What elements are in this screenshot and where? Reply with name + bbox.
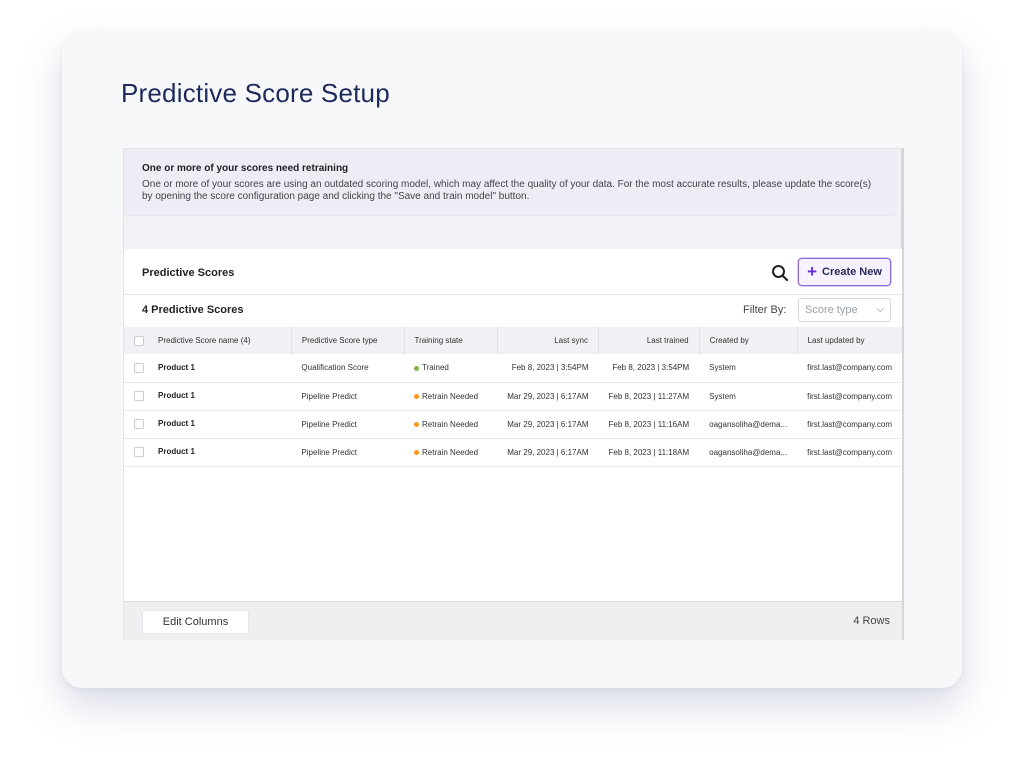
table-row[interactable]: Product 1 Pipeline Predict Retrain Neede…: [124, 382, 902, 410]
table-row[interactable]: Product 1 Pipeline Predict Retrain Neede…: [124, 410, 902, 438]
row-updated-by-cell: first.last@company.com: [807, 447, 892, 457]
alert-title: One or more of your scores need retraini…: [142, 163, 349, 174]
rows-count: 4 Rows: [853, 615, 890, 627]
column-created-by[interactable]: Created by: [699, 327, 798, 354]
row-created-by-cell: oagansoliha@dema...: [709, 447, 788, 457]
retrain-alert: One or more of your scores need retraini…: [124, 149, 896, 215]
row-last-trained-cell: Feb 8, 2023 | 11:16AM: [608, 419, 690, 429]
row-state-cell: Trained: [404, 354, 497, 382]
row-checkbox[interactable]: [134, 447, 144, 457]
column-last-updated-by[interactable]: Last updated by: [797, 327, 902, 354]
filter-label: Filter By:: [743, 304, 787, 316]
row-type-cell: Pipeline Predict: [301, 419, 357, 429]
row-checkbox[interactable]: [134, 391, 144, 401]
plus-icon: +: [807, 262, 817, 281]
row-type-cell: Pipeline Predict: [301, 391, 357, 401]
table-footer: Edit Columns 4 Rows: [124, 601, 902, 640]
row-type-cell: Pipeline Predict: [301, 447, 357, 457]
row-name-cell[interactable]: Product 1: [124, 410, 291, 438]
page-title: Predictive Score Setup: [121, 78, 390, 108]
column-training-state[interactable]: Training state: [404, 327, 498, 354]
row-created-by-cell: System: [709, 363, 736, 373]
edit-columns-button[interactable]: Edit Columns: [142, 610, 249, 634]
row-type-cell: Qualification Score: [301, 363, 369, 373]
row-last-sync-cell: Mar 29, 2023 | 6:17AM: [507, 447, 589, 457]
score-type-value: Score type: [805, 304, 858, 316]
row-created-by-cell: oagansoliha@dema...: [709, 419, 788, 429]
row-checkbox[interactable]: [134, 419, 144, 429]
scores-table: Predictive Score name (4) Predictive Sco…: [124, 327, 902, 467]
search-button[interactable]: [766, 259, 794, 287]
row-state-cell: Retrain Needed: [404, 410, 497, 438]
row-state-cell: Retrain Needed: [404, 438, 497, 466]
column-type[interactable]: Predictive Score type: [291, 327, 405, 354]
table-row[interactable]: Product 1 Qualification Score Trained Fe…: [124, 354, 902, 382]
panel-title: Predictive Scores: [142, 267, 235, 279]
scores-count: 4 Predictive Scores: [142, 304, 244, 316]
create-new-button[interactable]: + Create New: [798, 258, 891, 286]
app-frame: One or more of your scores need retraini…: [123, 148, 904, 640]
chevron-down-icon: ⌵: [876, 304, 884, 315]
row-last-sync-cell: Mar 29, 2023 | 6:17AM: [507, 391, 589, 401]
row-name-cell[interactable]: Product 1: [124, 438, 291, 466]
row-last-sync-cell: Mar 29, 2023 | 6:17AM: [507, 419, 589, 429]
column-last-trained[interactable]: Last trained: [598, 327, 700, 354]
row-name-cell[interactable]: Product 1: [124, 354, 291, 382]
retrain-status-dot: [414, 421, 420, 427]
row-updated-by-cell: first.last@company.com: [807, 363, 892, 373]
row-last-trained-cell: Feb 8, 2023 | 11:27AM: [608, 391, 690, 401]
score-type-select[interactable]: Score type ⌵: [798, 298, 891, 322]
trained-status-dot: [414, 365, 420, 371]
search-icon: [772, 265, 789, 282]
alert-body: One or more of your scores are using an …: [142, 179, 872, 202]
column-name[interactable]: Predictive Score name (4): [124, 327, 292, 354]
retrain-status-dot: [414, 393, 420, 399]
count-row: 4 Predictive Scores Filter By: Score typ…: [124, 295, 902, 327]
row-name-cell[interactable]: Product 1: [124, 382, 291, 410]
select-all-checkbox[interactable]: [134, 335, 144, 346]
row-updated-by-cell: first.last@company.com: [807, 391, 892, 401]
table-row[interactable]: Product 1 Pipeline Predict Retrain Neede…: [124, 438, 902, 466]
column-last-sync[interactable]: Last sync: [497, 327, 599, 354]
row-state-cell: Retrain Needed: [404, 382, 497, 410]
row-created-by-cell: System: [709, 391, 736, 401]
retrain-status-dot: [414, 449, 420, 455]
row-last-sync-cell: Feb 8, 2023 | 3:54PM: [511, 363, 589, 373]
row-updated-by-cell: first.last@company.com: [807, 419, 892, 429]
create-new-label: Create New: [822, 266, 882, 278]
table-header-row: Predictive Score name (4) Predictive Sco…: [124, 327, 902, 354]
row-checkbox[interactable]: [134, 362, 144, 373]
scores-panel: Predictive Scores + Create New 4 Predict…: [124, 249, 902, 640]
row-last-trained-cell: Feb 8, 2023 | 11:18AM: [608, 447, 690, 457]
panel-header: Predictive Scores + Create New: [124, 249, 902, 295]
row-last-trained-cell: Feb 8, 2023 | 3:54PM: [612, 363, 690, 373]
